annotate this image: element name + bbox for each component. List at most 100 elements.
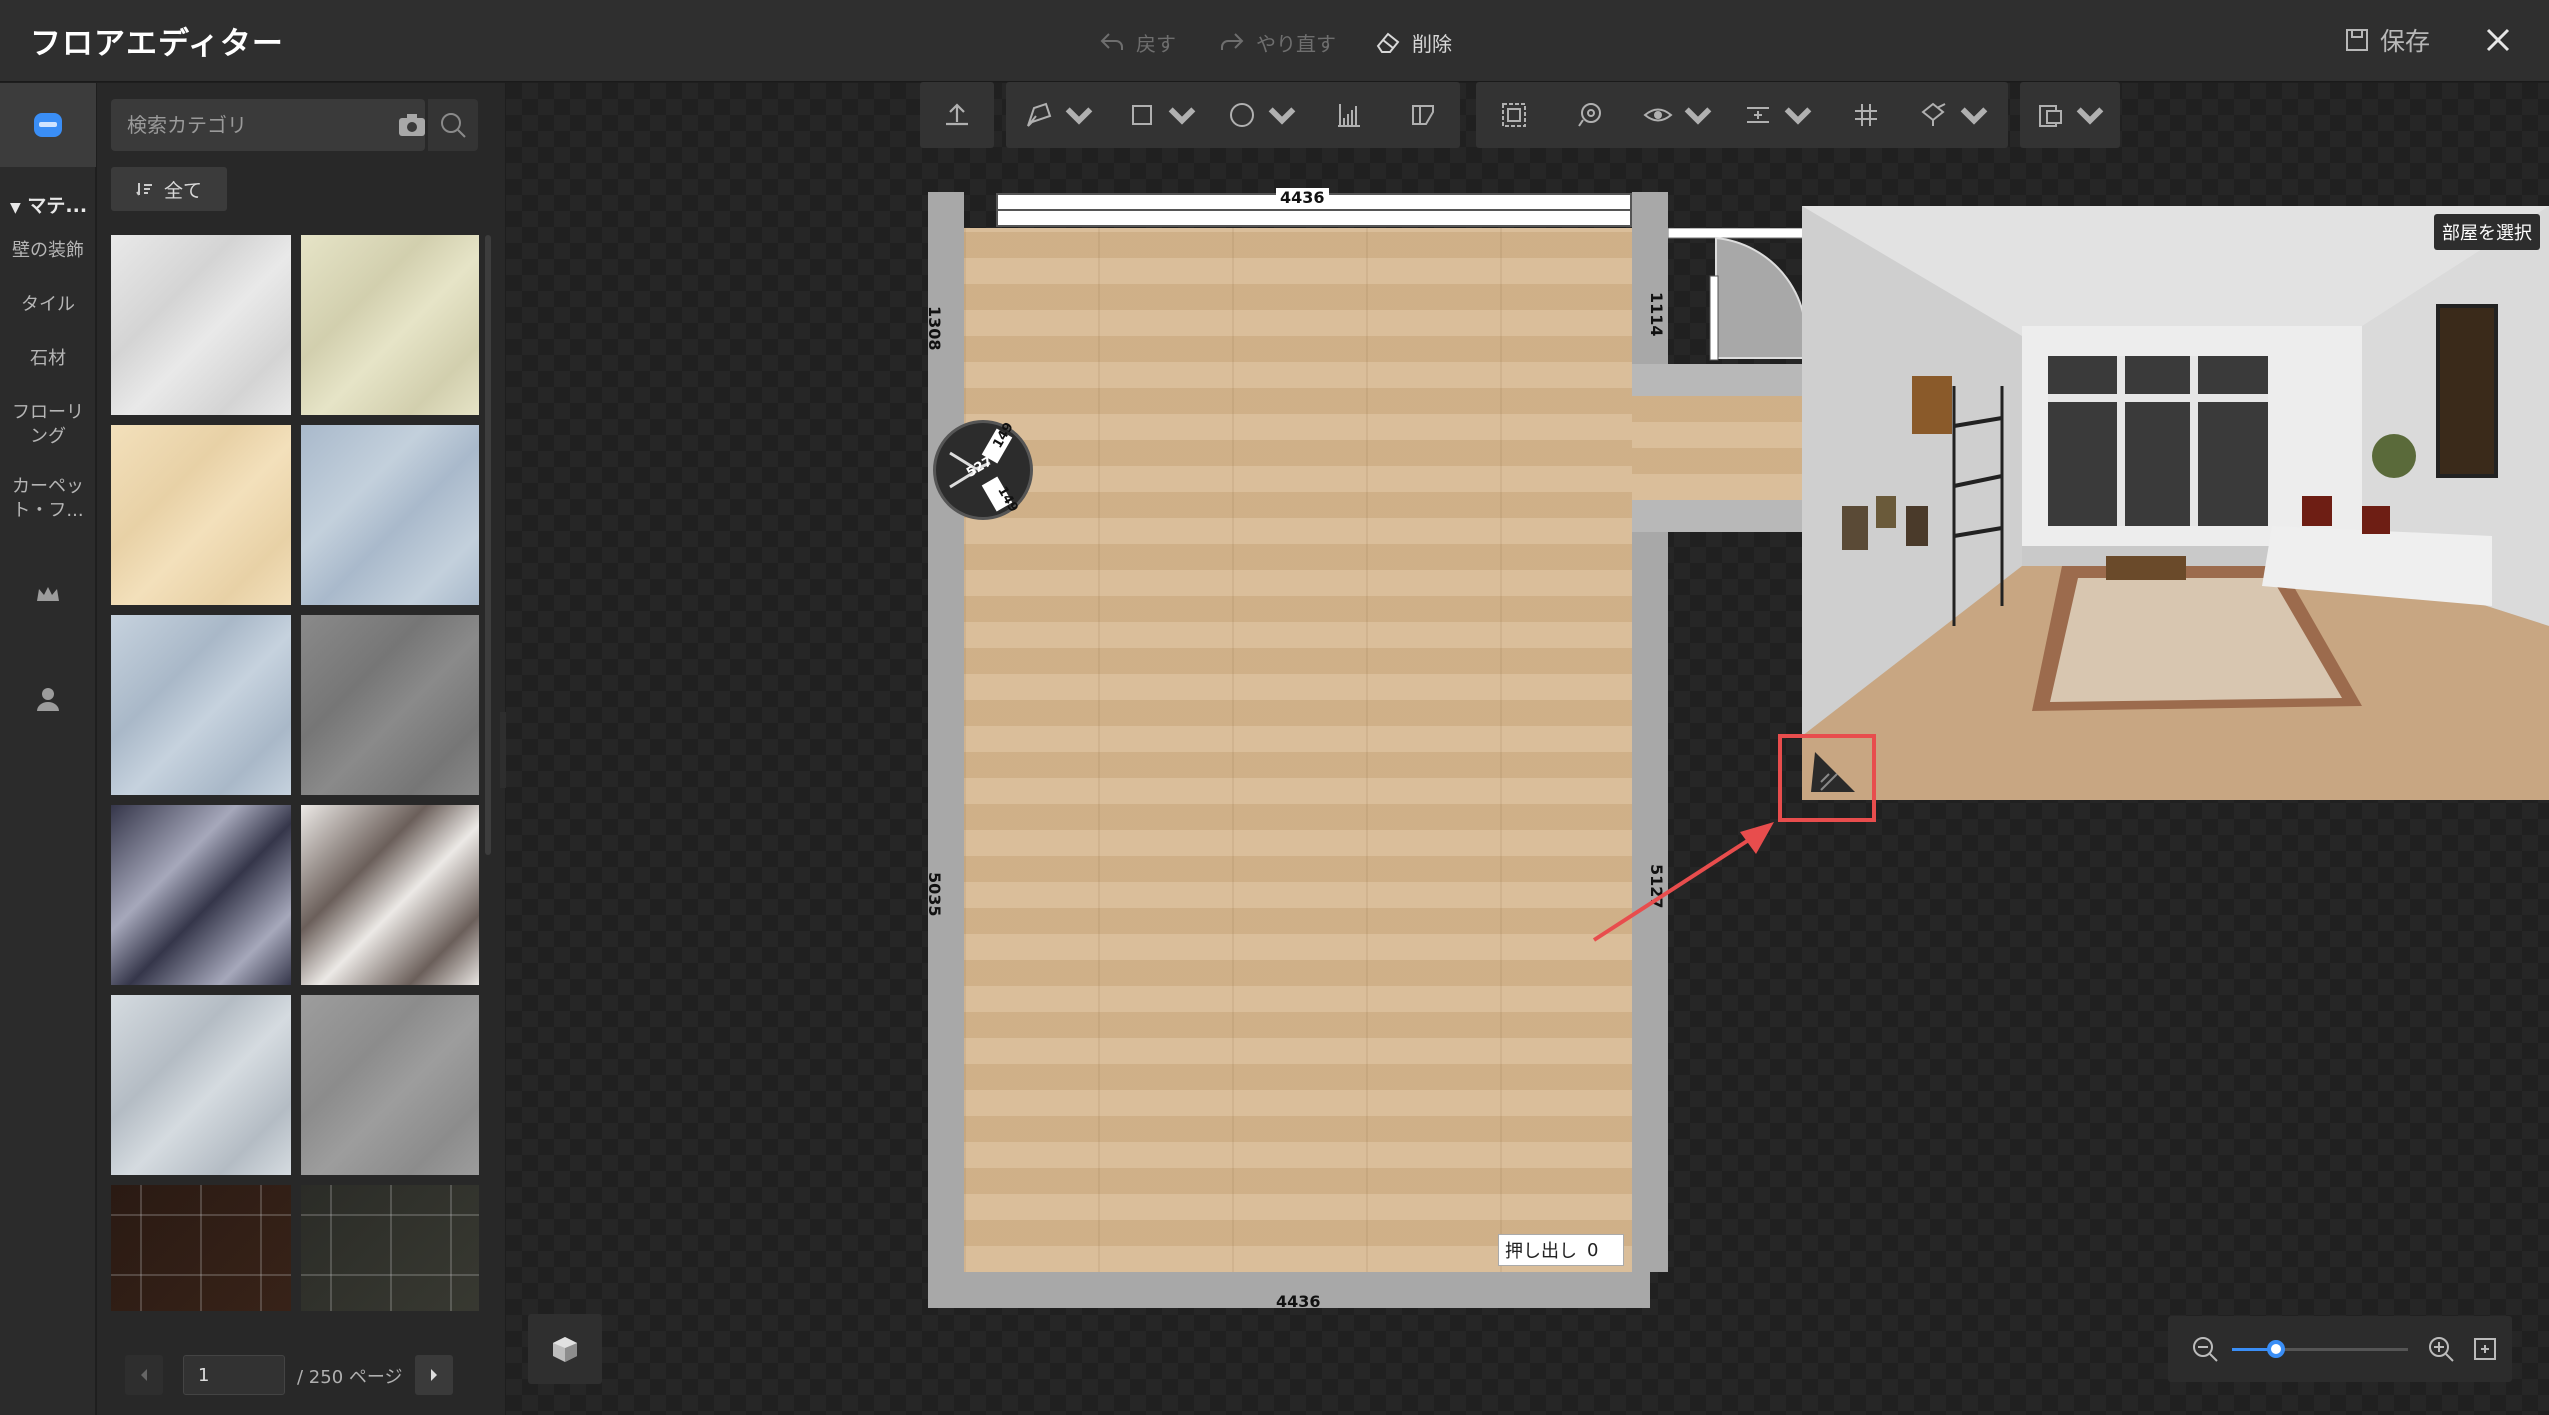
material-tile-grey-concrete[interactable] (301, 995, 479, 1175)
resize-corner-icon (1811, 752, 1855, 792)
material-icon (34, 113, 62, 137)
eraser-icon (1376, 32, 1400, 53)
visibility-tool[interactable] (1628, 82, 1728, 148)
left-rail: ▼ マテ... 壁の装飾 タイル 石材 フローリング カーペット・フ... (0, 83, 96, 1415)
select-room-button[interactable]: 部屋を選択 (2434, 214, 2540, 250)
material-tile-grey-stone[interactable] (301, 615, 479, 795)
chevron-down-icon (1168, 107, 1196, 125)
circle-tool[interactable] (1212, 82, 1312, 148)
rail-section-materials[interactable]: ▼ マテ... (10, 191, 87, 218)
layout-tool[interactable] (2020, 82, 2120, 148)
corridor-floor[interactable] (1632, 396, 1804, 500)
align-icon (1747, 107, 1769, 123)
material-tile-cream-marble[interactable] (301, 235, 479, 415)
rail-item-carpet[interactable]: カーペット・フ... (0, 475, 96, 523)
search-button[interactable] (428, 99, 478, 151)
dim-bottom[interactable]: 4436 (1276, 1292, 1321, 1311)
toolbar-group-layout (2020, 82, 2120, 148)
dim-right-door[interactable]: 1114 (1647, 292, 1666, 337)
door-swing[interactable] (1668, 228, 1808, 368)
align-tool[interactable] (1728, 82, 1828, 148)
material-tile-dark-wood-tile[interactable] (111, 1185, 291, 1311)
room-shape-icon (1412, 105, 1434, 125)
fit-screen-icon[interactable] (2472, 1336, 2498, 1362)
material-tile-white-marble[interactable] (111, 235, 291, 415)
filter-all-button[interactable]: 全て (111, 167, 227, 211)
chevron-down-icon (1784, 107, 1812, 125)
close-icon[interactable] (2478, 20, 2518, 60)
upload-button[interactable] (920, 82, 994, 148)
rectangle-tool[interactable] (1112, 82, 1212, 148)
dim-left-upper[interactable]: 1308 (925, 306, 944, 351)
rail-item-wall-decor[interactable]: 壁の装飾 (0, 239, 96, 263)
chevron-down-icon (1684, 107, 1712, 125)
rail-item-tile[interactable]: タイル (0, 293, 96, 317)
dim-left-lower[interactable]: 5035 (925, 872, 944, 917)
stairs-tool[interactable] (1312, 82, 1386, 148)
extrude-value: 0 (1587, 1239, 1599, 1261)
user-icon[interactable] (32, 683, 64, 715)
zoom-slider-track[interactable] (2232, 1340, 2408, 1358)
lasso-tool[interactable] (1552, 82, 1628, 148)
draw-wall-tool[interactable] (1006, 82, 1112, 148)
wall-corridor-bottom[interactable] (1632, 500, 1804, 532)
zoom-in-icon[interactable] (2426, 1334, 2456, 1364)
next-page-button[interactable] (415, 1355, 453, 1395)
wall-left[interactable] (928, 192, 964, 1306)
select-area-tool[interactable] (1476, 82, 1552, 148)
page-total: / 250 ページ (297, 1367, 403, 1388)
zoom-control (2168, 1316, 2512, 1382)
zoom-out-icon[interactable] (2190, 1334, 2220, 1364)
rail-item-stone[interactable]: 石材 (0, 347, 96, 371)
3d-view-toggle[interactable] (528, 1314, 602, 1384)
annotation-arrow (1592, 822, 1774, 942)
room-floor[interactable] (964, 228, 1632, 1272)
app-title: フロアエディター (30, 26, 284, 62)
rail-section-label: マテ... (27, 195, 88, 217)
circle-icon (1230, 103, 1254, 127)
stairs-icon (1338, 104, 1360, 127)
chevron-down-icon (1268, 107, 1296, 125)
save-button[interactable]: 保存 (2344, 22, 2430, 58)
crown-icon[interactable] (32, 579, 64, 611)
toolbar-group-import (920, 82, 994, 148)
extrude-field[interactable]: 押し出し 0 (1498, 1234, 1624, 1266)
zoom-slider-handle[interactable] (2267, 1340, 2285, 1358)
material-tile-silver-marble[interactable] (111, 995, 291, 1175)
page-number-input[interactable] (183, 1355, 285, 1395)
preview-resize-handle[interactable] (1778, 734, 1876, 822)
prev-page-button[interactable] (125, 1355, 163, 1395)
undo-icon (1100, 33, 1123, 50)
material-tile-white-granite[interactable] (301, 805, 479, 985)
extrude-label: 押し出し (1505, 1241, 1577, 1262)
dim-top[interactable]: 4436 (1276, 188, 1329, 207)
upload-icon (946, 103, 968, 126)
material-tile-beige-tile[interactable] (111, 425, 291, 605)
material-tile-dark-granite[interactable] (111, 805, 291, 985)
chevron-right-icon (431, 1369, 437, 1381)
rail-item-flooring[interactable]: フローリング (0, 401, 96, 449)
room-tool[interactable] (1386, 82, 1460, 148)
grid-toggle[interactable] (1828, 82, 1904, 148)
search-icon (441, 113, 466, 138)
rail-materials-button[interactable] (0, 83, 96, 167)
chevron-down-icon (2076, 107, 2104, 125)
filter-all-label: 全て (163, 179, 202, 202)
redo-button[interactable]: やり直す (1218, 24, 1336, 60)
undo-label: 戻す (1136, 31, 1176, 56)
save-label: 保存 (2380, 27, 2431, 56)
material-tile-ice-marble[interactable] (111, 615, 291, 795)
material-tile-dark-slate-tile[interactable] (301, 1185, 479, 1311)
wall-corridor-top[interactable] (1632, 364, 1804, 396)
chevron-down-icon (1065, 107, 1093, 125)
3d-preview[interactable] (1802, 206, 2549, 800)
title-bar: フロアエディター 戻す やり直す 削除 保存 (0, 0, 2549, 82)
paint-tool[interactable] (1904, 82, 2004, 148)
floppy-icon (2346, 29, 2368, 51)
search-input[interactable] (111, 113, 371, 137)
material-tile-blue-grey-marble[interactable] (301, 425, 479, 605)
camera-icon[interactable] (397, 111, 427, 139)
undo-button[interactable]: 戻す (1098, 24, 1176, 60)
panel-scrollbar[interactable] (485, 235, 491, 855)
delete-button[interactable]: 削除 (1374, 24, 1452, 60)
